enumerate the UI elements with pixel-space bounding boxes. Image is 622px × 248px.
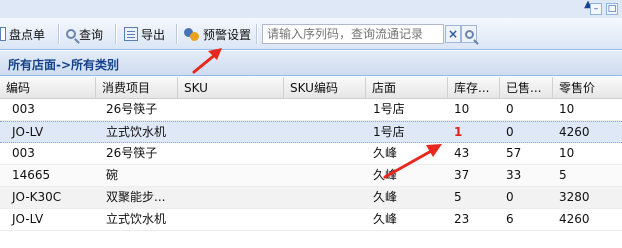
cell-sku xyxy=(178,99,186,120)
cell-stock: 5 xyxy=(454,190,462,204)
cell-item: 碗 xyxy=(106,168,119,182)
query-button[interactable]: 查询 xyxy=(66,25,103,43)
cell-stock: 43 xyxy=(454,146,470,160)
cell-item: 立式饮水机 xyxy=(106,212,167,226)
table-row[interactable]: 003 26号筷子 1号店 10 0 10 xyxy=(0,99,622,121)
serial-search-input[interactable] xyxy=(262,24,444,44)
cell-sku-code xyxy=(284,122,292,143)
cell-sold: 6 xyxy=(506,212,514,226)
cell-sold: 57 xyxy=(506,146,522,160)
cell-sold: 0 xyxy=(506,102,514,116)
column-header-sold[interactable]: 已售... xyxy=(500,77,553,99)
cell-price: 4260 xyxy=(559,212,590,226)
warning-settings-label: 预警设置 xyxy=(203,27,252,42)
cell-sku-code xyxy=(284,99,292,120)
cell-sku xyxy=(178,122,186,143)
cell-code: 14665 xyxy=(12,168,51,182)
cell-item: 双聚能步... xyxy=(106,190,166,204)
toolbar-divider xyxy=(58,24,59,44)
table-row[interactable]: 14665 碗 久峰 37 33 5 xyxy=(0,165,622,187)
export-button[interactable]: 导出 xyxy=(124,25,165,43)
cell-price: 10 xyxy=(559,146,575,160)
column-header-item[interactable]: 消费项目 xyxy=(96,77,178,99)
grid-header: 编码 消费项目 SKU SKU编码 店面 库存... 已售... 零售价 xyxy=(0,77,622,99)
warning-settings-button[interactable]: 预警设置 xyxy=(184,25,251,43)
column-header-sku-code[interactable]: SKU编码 xyxy=(284,77,366,99)
cell-store: 久峰 xyxy=(373,190,398,204)
cell-sku xyxy=(178,165,186,186)
search-button[interactable] xyxy=(461,25,477,43)
table-row-empty xyxy=(0,231,622,248)
inventory-label: 盘点单 xyxy=(9,27,46,42)
cell-price: 10 xyxy=(559,102,575,116)
cell-code: 003 xyxy=(12,102,35,116)
toolbar-divider xyxy=(256,24,257,44)
search-icon xyxy=(66,29,76,39)
column-header-price[interactable]: 零售价 xyxy=(553,77,622,99)
cell-store: 久峰 xyxy=(373,212,398,226)
export-icon xyxy=(124,27,138,41)
cell-stock: 23 xyxy=(454,212,470,226)
cell-price: 4260 xyxy=(559,125,590,139)
cell-store: 久峰 xyxy=(373,146,398,160)
cell-item: 立式饮水机 xyxy=(106,125,167,139)
cell-code: JO-K30C xyxy=(12,190,62,204)
sheet-icon xyxy=(0,27,6,41)
cell-sold: 33 xyxy=(506,168,522,182)
cell-sku-code xyxy=(284,209,292,230)
cell-item: 26号筷子 xyxy=(106,102,158,116)
minimize-icon[interactable]: – xyxy=(590,3,602,15)
table-row[interactable]: JO-LV 立式饮水机 久峰 23 6 4260 xyxy=(0,209,622,231)
column-header-sku[interactable]: SKU xyxy=(178,77,284,99)
toolbar-divider xyxy=(115,24,116,44)
toolbar-divider xyxy=(176,24,177,44)
table-row[interactable]: JO-K30C 双聚能步... 久峰 5 0 3280 xyxy=(0,187,622,209)
inventory-button[interactable]: 盘点单 xyxy=(0,25,45,43)
cell-item: 26号筷子 xyxy=(106,146,158,160)
column-header-stock[interactable]: 库存... xyxy=(448,77,500,99)
column-header-code[interactable]: 编码 xyxy=(0,77,96,99)
cell-store: 1号店 xyxy=(373,125,405,139)
cell-code: JO-LV xyxy=(12,212,44,226)
cell-code: JO-LV xyxy=(12,125,44,139)
cell-sku-code xyxy=(284,143,292,164)
cell-store: 1号店 xyxy=(373,102,405,116)
cell-price: 3280 xyxy=(559,190,590,204)
clear-search-button[interactable]: × xyxy=(445,25,461,43)
window-title-strip: ▲ – □ xyxy=(0,0,622,18)
panel-title: 所有店面->所有类别 xyxy=(8,58,120,72)
cell-sku-code xyxy=(284,165,292,186)
cell-stock: 10 xyxy=(454,102,470,116)
cell-sold: 0 xyxy=(506,190,514,204)
query-label: 查询 xyxy=(79,27,104,42)
cell-sku xyxy=(178,209,186,230)
users-icon xyxy=(184,27,200,41)
table-row[interactable]: 003 26号筷子 久峰 43 57 10 xyxy=(0,143,622,165)
maximize-icon[interactable]: □ xyxy=(606,3,618,15)
cell-sku xyxy=(178,187,186,208)
cell-sku-code xyxy=(284,187,292,208)
cell-stock-alert: 1 xyxy=(454,125,463,139)
cell-sold: 0 xyxy=(506,125,514,139)
export-label: 导出 xyxy=(141,27,166,42)
panel-header: 所有店面->所有类别 xyxy=(0,51,622,76)
table-row-selected[interactable]: JO-LV 立式饮水机 1号店 1 0 4260 xyxy=(0,121,622,143)
cell-sku xyxy=(178,143,186,164)
cell-stock: 37 xyxy=(454,168,470,182)
cell-price: 5 xyxy=(559,168,567,182)
cell-store: 久峰 xyxy=(373,168,398,182)
magnifier-icon xyxy=(464,29,474,39)
column-header-store[interactable]: 店面 xyxy=(366,77,448,99)
cell-code: 003 xyxy=(12,146,35,160)
close-icon: × xyxy=(447,27,459,41)
